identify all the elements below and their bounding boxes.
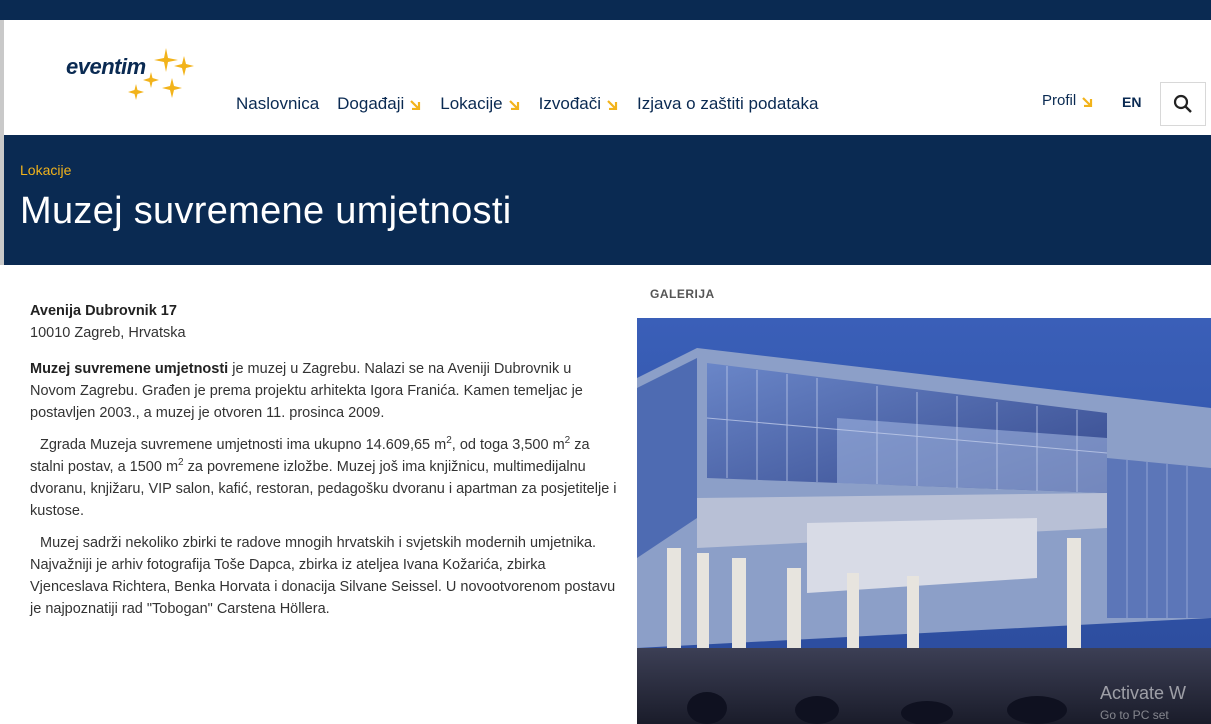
logo-stars-icon <box>128 48 194 100</box>
site-header: eventim Naslovnica Događaji Lokacije Izv… <box>0 20 1211 135</box>
nav-label: Izvođači <box>538 94 602 113</box>
dropdown-arrow-icon <box>1082 96 1093 107</box>
dropdown-arrow-icon <box>508 100 519 110</box>
gallery-heading: GALERIJA <box>650 287 715 301</box>
nav-item-dogadaji[interactable]: Događaji <box>337 94 422 114</box>
nav-item-lokacije[interactable]: Lokacije <box>440 94 520 114</box>
nav-item-naslovnica[interactable]: Naslovnica <box>236 94 319 114</box>
building-text-b: , od toga 3,500 m <box>451 437 565 453</box>
paragraph-building: Zgrada Muzeja suvremene umjetnosti ima u… <box>30 434 620 522</box>
nav-label: Lokacije <box>440 94 503 113</box>
page-title: Muzej suvremene umjetnosti <box>20 190 512 232</box>
gallery-photo[interactable] <box>637 318 1211 724</box>
nav-item-izvodaci[interactable]: Izvođači <box>539 94 619 114</box>
breadcrumb[interactable]: Lokacije <box>20 162 71 178</box>
search-button[interactable] <box>1160 82 1206 126</box>
top-bar <box>0 0 1211 20</box>
main-nav: Naslovnica Događaji Lokacije Izvođači Iz… <box>236 92 836 116</box>
nav-label: Događaji <box>337 94 405 113</box>
profile-label: Profil <box>1042 92 1077 109</box>
profile-menu[interactable]: Profil <box>1042 92 1094 109</box>
address-city: 10010 Zagreb, Hrvatska <box>30 325 186 341</box>
eventim-logo[interactable]: eventim <box>66 46 196 106</box>
page-hero: Lokacije Muzej suvremene umjetnosti <box>0 135 1211 265</box>
museum-building-image <box>637 318 1211 724</box>
search-icon <box>1173 94 1192 113</box>
language-switch[interactable]: EN <box>1122 94 1141 110</box>
nav-label: Izjava o zaštiti podataka <box>637 94 819 113</box>
address-street: Avenija Dubrovnik 17 <box>30 303 177 319</box>
venue-name: Muzej suvremene umjetnosti <box>30 361 229 377</box>
paragraph-intro: Muzej suvremene umjetnosti je muzej u Za… <box>30 358 620 424</box>
os-activation-hint: Go to PC set <box>1100 708 1169 722</box>
nav-item-izjava[interactable]: Izjava o zaštiti podataka <box>637 94 818 114</box>
venue-description: Avenija Dubrovnik 17 10010 Zagreb, Hrvat… <box>30 300 620 630</box>
os-activation-watermark: Activate W <box>1100 683 1187 703</box>
paragraph-collections: Muzej sadrži nekoliko zbirki te radove m… <box>30 535 616 617</box>
nav-label: Naslovnica <box>236 94 320 113</box>
dropdown-arrow-icon <box>607 100 618 110</box>
building-text-a: Zgrada Muzeja suvremene umjetnosti ima u… <box>40 437 447 453</box>
dropdown-arrow-icon <box>410 100 421 110</box>
